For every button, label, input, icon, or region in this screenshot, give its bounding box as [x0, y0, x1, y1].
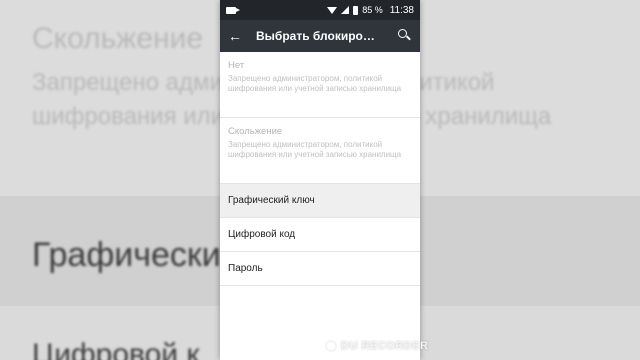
bg-pin-label: Цифровой к: [32, 338, 200, 360]
list-item-swipe[interactable]: Скольжение Запрещено администратором, по…: [220, 118, 420, 184]
list-item-pin[interactable]: Цифровой код: [220, 218, 420, 252]
app-bar: ← Выбрать блокиро…: [220, 20, 420, 52]
battery-icon: [353, 5, 359, 15]
item-subtitle: Запрещено администратором, политикой шиф…: [228, 74, 402, 93]
signal-icon: [341, 6, 350, 14]
phone-screen: 85 % 11:38 ← Выбрать блокиро… Нет Запрещ…: [220, 0, 420, 360]
item-title: Нет: [228, 60, 245, 71]
recorder-logo-icon: [325, 340, 337, 352]
list-item-none[interactable]: Нет Запрещено администратором, политикой…: [220, 52, 420, 118]
page-title: Выбрать блокиро…: [256, 29, 375, 43]
list-item-password[interactable]: Пароль: [220, 252, 420, 286]
clock: 11:38: [389, 4, 414, 16]
item-title: Графический ключ: [228, 195, 315, 206]
item-title: Пароль: [228, 263, 263, 274]
item-title: Скольжение: [228, 126, 283, 137]
back-arrow-icon[interactable]: ←: [228, 28, 250, 44]
bg-heading: Скольжение: [32, 22, 204, 55]
list-item-pattern[interactable]: Графический ключ: [220, 184, 420, 218]
watermark-text: DU RECORDER: [341, 340, 429, 352]
item-title: Цифровой код: [228, 229, 296, 240]
status-bar: 85 % 11:38: [220, 0, 420, 20]
video-camera-icon: [226, 6, 240, 14]
item-subtitle: Запрещено администратором, политикой шиф…: [228, 140, 402, 159]
lock-options-list: Нет Запрещено администратором, политикой…: [220, 52, 420, 286]
search-icon[interactable]: [396, 28, 412, 44]
battery-percent: 85 %: [362, 5, 383, 15]
bg-pattern-label: Графический: [32, 236, 240, 274]
wifi-icon: [327, 6, 338, 14]
recorder-watermark: DU RECORDER: [325, 340, 428, 352]
